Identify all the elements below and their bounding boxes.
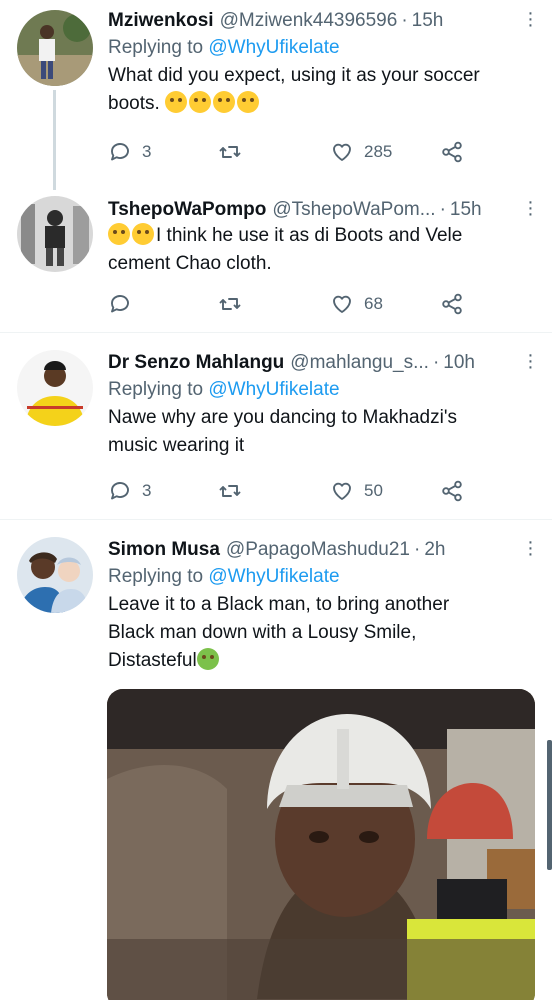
timestamp[interactable]: 15h xyxy=(412,9,444,33)
share-icon xyxy=(442,293,462,315)
retweet-button[interactable] xyxy=(218,292,242,316)
tears-of-joy-icon xyxy=(237,91,260,113)
avatar[interactable] xyxy=(17,10,93,86)
more-icon[interactable]: · · · xyxy=(520,345,540,377)
replying-to: Replying to @WhyUfikelate xyxy=(108,34,532,62)
replying-to: Replying to @WhyUfikelate xyxy=(108,563,532,591)
rolling-on-floor-laughing-icon xyxy=(165,91,188,113)
tears-of-joy-icon xyxy=(132,223,154,245)
display-name[interactable]: Dr Senzo Mahlangu xyxy=(108,351,284,375)
user-handle[interactable]: @Mziwenk44396596 xyxy=(220,9,398,33)
tweet-text-content: What did you expect, using it as your so… xyxy=(108,65,480,114)
like-count: 285 xyxy=(364,142,393,161)
share-icon xyxy=(442,480,462,502)
replying-to-prefix: Replying to xyxy=(108,379,204,400)
tweet-text-line-1: I think he use it as di Boots and Vele xyxy=(156,225,463,246)
share-button[interactable] xyxy=(440,292,464,316)
thread-line xyxy=(53,90,56,190)
reply-button[interactable] xyxy=(108,292,132,316)
avatar[interactable] xyxy=(17,350,93,426)
tears-of-joy-icon xyxy=(189,91,212,113)
tweet-actions: 3 50 xyxy=(108,478,468,504)
mention-link[interactable]: @WhyUfikelate xyxy=(208,379,339,400)
rolling-on-floor-laughing-icon xyxy=(213,91,236,113)
reply-count: 3 xyxy=(142,142,152,161)
tweet-text-line-2: Black man down with a Lousy Smile, xyxy=(108,622,417,643)
retweet-icon xyxy=(219,146,241,158)
tweet-text: Leave it to a Black man, to bring anothe… xyxy=(108,591,532,675)
tweet-2[interactable]: TshepoWaPompo @TshepoWaPom... · 15h · · · … xyxy=(0,190,552,332)
separator-dot: · xyxy=(401,10,408,31)
tweet-text-line-1: Leave it to a Black man, to bring anothe… xyxy=(108,594,450,615)
tweet-actions: 3 285 xyxy=(108,139,468,165)
tweet-text-line-2: music wearing it xyxy=(108,435,245,456)
separator-dot: · xyxy=(439,199,446,220)
share-icon xyxy=(442,141,462,163)
replying-to-prefix: Replying to xyxy=(108,566,204,587)
reply-icon xyxy=(111,143,129,161)
retweet-icon xyxy=(219,298,241,310)
separator-dot: · xyxy=(414,539,421,560)
tweet-actions: 68 xyxy=(108,291,468,317)
tears-of-joy-icon xyxy=(108,223,130,245)
timestamp[interactable]: 2h xyxy=(424,538,445,562)
avatar[interactable] xyxy=(17,196,93,272)
user-handle[interactable]: @mahlangu_s... xyxy=(290,351,429,375)
retweet-icon xyxy=(219,485,241,497)
scrollbar-thumb[interactable] xyxy=(547,740,552,870)
user-handle[interactable]: @PapagoMashudu21 xyxy=(226,538,410,562)
more-icon[interactable]: · · · xyxy=(520,192,540,224)
tweet-3[interactable]: Dr Senzo Mahlangu @mahlangu_s... · 10h ·… xyxy=(0,333,552,519)
share-button[interactable] xyxy=(440,140,464,164)
tweet-text-line-3: Distasteful xyxy=(108,650,197,671)
avatar[interactable] xyxy=(17,537,93,613)
display-name[interactable]: TshepoWaPompo xyxy=(108,198,266,222)
reply-button[interactable]: 3 xyxy=(108,140,151,164)
heart-icon xyxy=(333,295,351,313)
tweet-1[interactable]: Mziwenkosi @Mziwenk44396596 · 15h · · · Re… xyxy=(0,0,552,190)
user-handle[interactable]: @TshepoWaPom... xyxy=(272,198,435,222)
like-button[interactable]: 285 xyxy=(330,140,392,164)
reply-button[interactable]: 3 xyxy=(108,479,151,503)
heart-icon xyxy=(333,143,351,161)
tweet-media-photo[interactable] xyxy=(107,689,535,1000)
separator-dot: · xyxy=(432,352,440,373)
tweet-text: What did you expect, using it as your so… xyxy=(108,62,532,118)
tweet-text: I think he use it as di Boots and Vele c… xyxy=(108,222,532,278)
more-icon[interactable]: · · · xyxy=(520,3,540,35)
tweet-text-line-1: Nawe why are you dancing to Makhadzi's xyxy=(108,407,457,428)
nauseated-face-icon xyxy=(196,648,219,670)
tweet-header: TshepoWaPompo @TshepoWaPom... · 15h xyxy=(108,198,532,222)
reply-count: 3 xyxy=(142,481,152,500)
mention-link[interactable]: @WhyUfikelate xyxy=(208,566,339,587)
reply-icon xyxy=(111,482,129,500)
tweet-text: Nawe why are you dancing to Makhadzi's m… xyxy=(108,404,532,460)
share-button[interactable] xyxy=(440,479,464,503)
timestamp[interactable]: 10h xyxy=(443,351,475,375)
display-name[interactable]: Mziwenkosi xyxy=(108,9,214,33)
heart-icon xyxy=(333,482,351,500)
mention-link[interactable]: @WhyUfikelate xyxy=(208,37,339,58)
reply-icon xyxy=(111,295,129,313)
display-name[interactable]: Simon Musa xyxy=(108,538,220,562)
tweet-header: Mziwenkosi @Mziwenk44396596 · 15h xyxy=(108,9,532,33)
tweet-text-line-2: cement Chao cloth. xyxy=(108,253,272,274)
retweet-button[interactable] xyxy=(218,479,242,503)
more-icon[interactable]: · · · xyxy=(520,532,540,564)
like-button[interactable]: 50 xyxy=(330,479,383,503)
like-button[interactable]: 68 xyxy=(330,292,383,316)
retweet-button[interactable] xyxy=(218,140,242,164)
tweet-header: Dr Senzo Mahlangu @mahlangu_s... · 10h xyxy=(108,351,532,375)
timestamp[interactable]: 15h xyxy=(450,198,482,222)
replying-to-prefix: Replying to xyxy=(108,37,204,58)
like-count: 50 xyxy=(364,481,383,500)
tweet-header: Simon Musa @PapagoMashudu21 · 2h xyxy=(108,538,532,562)
like-count: 68 xyxy=(364,294,383,313)
replying-to: Replying to @WhyUfikelate xyxy=(108,376,532,404)
